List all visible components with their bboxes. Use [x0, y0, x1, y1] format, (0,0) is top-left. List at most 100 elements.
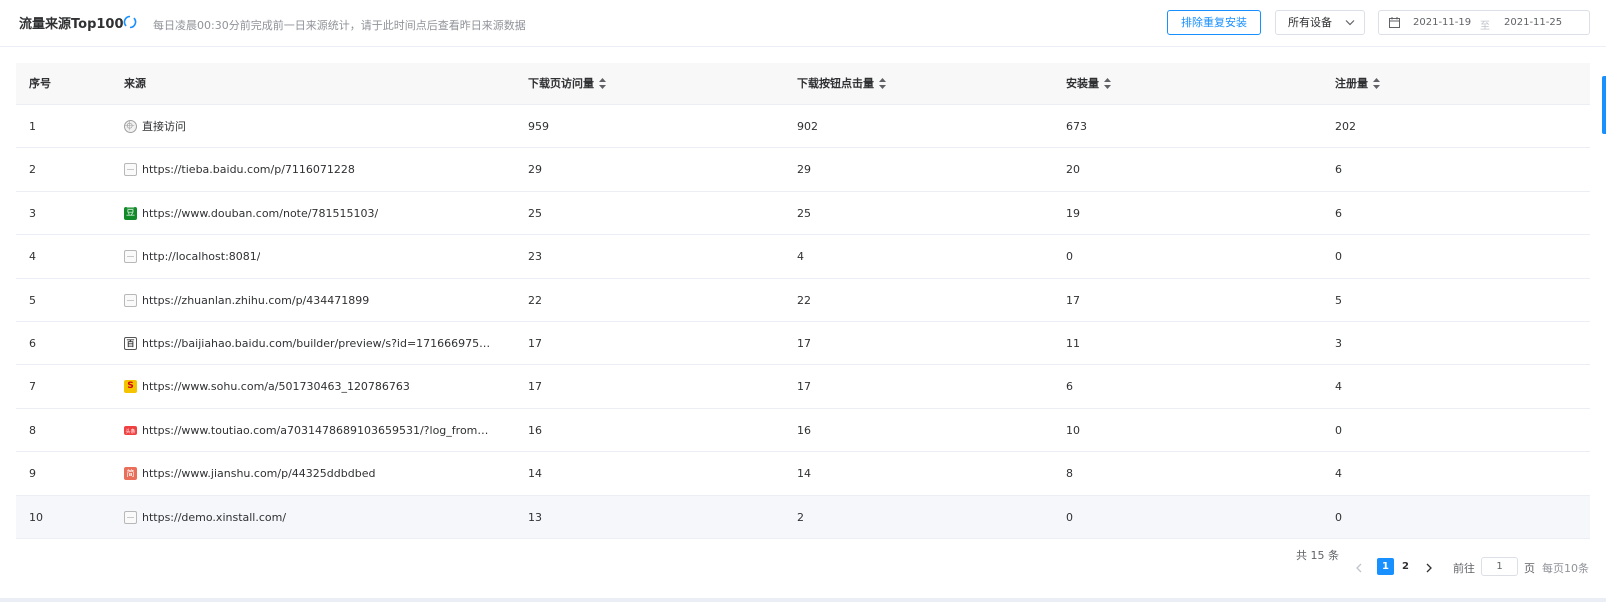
- column-header-registers[interactable]: 注册量: [1335, 63, 1380, 105]
- page-header: 流量来源Top100 每日凌晨00:30分前完成前一日来源统计，请于此时间点后查…: [0, 0, 1606, 47]
- table-row: 2 https://tieba.baidu.com/p/7116071228 29 2…: [16, 148, 1590, 192]
- source-cell[interactable]: 简 https://www.jianshu.com/p/44325ddbdbed: [124, 452, 375, 495]
- blank-page-icon: [124, 293, 137, 307]
- chevron-right-icon[interactable]: [1424, 562, 1434, 574]
- douban-icon: 豆: [124, 206, 137, 220]
- source-cell[interactable]: 豆 https://www.douban.com/note/781515103/: [124, 192, 378, 235]
- source-url[interactable]: https://www.toutiao.com/a703147868910365…: [142, 409, 496, 452]
- source-url[interactable]: https://baijiahao.baidu.com/builder/prev…: [142, 322, 496, 365]
- source-url[interactable]: https://tieba.baidu.com/p/7116071228: [142, 148, 355, 191]
- globe-icon: [124, 120, 137, 133]
- table-row: 3 豆 https://www.douban.com/note/781515103/…: [16, 192, 1590, 236]
- page-views-cell: 17: [528, 380, 542, 394]
- button-clicks-cell: 16: [797, 423, 811, 437]
- page-button-1[interactable]: 1: [1377, 558, 1394, 575]
- sort-icon[interactable]: [1104, 77, 1111, 89]
- sohu-icon: S: [124, 380, 137, 394]
- goto-label: 前往: [1453, 562, 1475, 575]
- button-clicks-cell: 17: [797, 336, 811, 350]
- column-header-button-clicks[interactable]: 下载按钮点击量: [797, 63, 886, 105]
- button-clicks-cell: 14: [797, 467, 811, 481]
- blank-page-icon: [124, 510, 137, 524]
- registers-cell: 6: [1335, 206, 1342, 220]
- source-cell[interactable]: https://demo.xinstall.com/: [124, 496, 286, 539]
- page-views-cell: 14: [528, 467, 542, 481]
- source-url[interactable]: https://www.jianshu.com/p/44325ddbdbed: [142, 452, 375, 495]
- row-index: 6: [29, 336, 36, 350]
- source-cell[interactable]: https://tieba.baidu.com/p/7116071228: [124, 148, 355, 191]
- column-header-page-views[interactable]: 下载页访问量: [528, 63, 606, 105]
- registers-cell: 4: [1335, 380, 1342, 394]
- chevron-left-icon[interactable]: [1354, 562, 1364, 574]
- source-cell[interactable]: 百 https://baijiahao.baidu.com/builder/pre…: [124, 322, 496, 365]
- page-views-cell: 959: [528, 120, 549, 133]
- sort-icon[interactable]: [879, 77, 886, 89]
- start-date-input[interactable]: 2021-11-19: [1413, 17, 1471, 28]
- installs-cell: 0: [1066, 250, 1073, 264]
- installs-cell: 673: [1066, 120, 1087, 133]
- button-clicks-cell: 25: [797, 206, 811, 220]
- table-row: 10 https://demo.xinstall.com/13 2 0 0: [16, 495, 1590, 539]
- side-scroll-handle[interactable]: [1602, 76, 1606, 134]
- source-cell[interactable]: http://localhost:8081/: [124, 235, 260, 278]
- button-clicks-cell: 902: [797, 120, 818, 133]
- source-url[interactable]: https://www.douban.com/note/781515103/: [142, 192, 378, 235]
- device-select[interactable]: 所有设备: [1275, 10, 1365, 35]
- table-header: 序号 来源 下载页访问量 下载按钮点击量 安装量 注册量: [16, 63, 1590, 105]
- table-body: 1 直接访问 959 902 673 202 2 https://tieba.baidu.co…: [16, 105, 1590, 539]
- row-index: 2: [29, 163, 36, 177]
- jianshu-icon: 简: [124, 467, 137, 481]
- page-views-cell: 17: [528, 336, 542, 350]
- column-header-source: 来源: [124, 77, 146, 90]
- page-views-cell: 13: [528, 510, 542, 524]
- registers-cell: 0: [1335, 510, 1342, 524]
- source-cell[interactable]: 直接访问: [124, 105, 186, 148]
- pagination-total: 共 15 条: [1296, 549, 1339, 562]
- exclude-duplicate-installs-button[interactable]: 排除重复安装: [1167, 10, 1261, 35]
- column-header-installs[interactable]: 安装量: [1066, 63, 1111, 105]
- installs-cell: 6: [1066, 380, 1073, 394]
- row-index: 8: [29, 423, 36, 437]
- traffic-source-table: 序号 来源 下载页访问量 下载按钮点击量 安装量 注册量 1 直接访问 959 902…: [16, 63, 1590, 539]
- source-cell[interactable]: 头条 https://www.toutiao.com/a7031478689103…: [124, 409, 496, 452]
- installs-cell: 17: [1066, 293, 1080, 307]
- button-clicks-cell: 2: [797, 510, 804, 524]
- page-views-cell: 25: [528, 206, 542, 220]
- page-views-cell: 29: [528, 163, 542, 177]
- row-index: 5: [29, 293, 36, 307]
- source-url[interactable]: https://demo.xinstall.com/: [142, 496, 286, 539]
- device-select-value: 所有设备: [1288, 16, 1332, 29]
- end-date-input[interactable]: 2021-11-25: [1504, 17, 1562, 28]
- page-views-cell: 23: [528, 250, 542, 264]
- blank-page-icon: [124, 163, 137, 177]
- source-url[interactable]: 直接访问: [142, 105, 186, 148]
- source-cell[interactable]: https://zhuanlan.zhihu.com/p/434471899: [124, 279, 369, 322]
- table-row: 9 简 https://www.jianshu.com/p/44325ddbdbed…: [16, 452, 1590, 496]
- button-clicks-cell: 17: [797, 380, 811, 394]
- source-cell[interactable]: Shttps://www.sohu.com/a/501730463_120786…: [124, 365, 410, 408]
- row-index: 3: [29, 206, 36, 220]
- table-row: 8 头条 https://www.toutiao.com/a703147868910…: [16, 409, 1590, 453]
- table-row: 1 直接访问 959 902 673 202: [16, 105, 1590, 149]
- date-range-picker[interactable]: 2021-11-19 至 2021-11-25: [1378, 10, 1590, 35]
- column-header-index: 序号: [29, 77, 51, 90]
- source-url[interactable]: https://zhuanlan.zhihu.com/p/434471899: [142, 279, 369, 322]
- sort-icon[interactable]: [1373, 77, 1380, 89]
- sort-icon[interactable]: [599, 77, 606, 89]
- table-row: 4 http://localhost:8081/23 4 0 0: [16, 235, 1590, 279]
- installs-cell: 0: [1066, 510, 1073, 524]
- refresh-icon[interactable]: [123, 15, 137, 29]
- page-size-label: 每页10条: [1542, 562, 1589, 575]
- baijiahao-icon: 百: [124, 336, 137, 350]
- page-button-2[interactable]: 2: [1397, 558, 1414, 575]
- row-index: 9: [29, 467, 36, 481]
- date-separator: 至: [1480, 21, 1490, 32]
- bottom-scrollbar[interactable]: [0, 598, 1606, 602]
- chevron-down-icon: [1345, 20, 1355, 26]
- source-url[interactable]: http://localhost:8081/: [142, 235, 260, 278]
- goto-page-input[interactable]: [1481, 557, 1518, 576]
- source-url[interactable]: https://www.sohu.com/a/501730463_1207867…: [142, 365, 410, 408]
- registers-cell: 5: [1335, 293, 1342, 307]
- installs-cell: 19: [1066, 206, 1080, 220]
- goto-unit-label: 页: [1524, 562, 1535, 575]
